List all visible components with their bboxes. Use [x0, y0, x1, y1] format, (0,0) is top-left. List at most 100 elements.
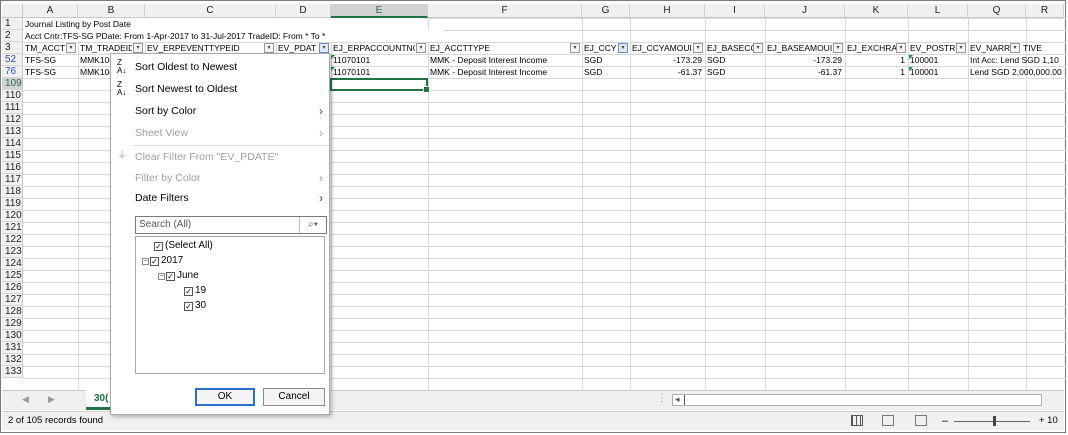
- row-header[interactable]: 112: [2, 114, 23, 126]
- cell-acct[interactable]: TFS-SG: [23, 54, 78, 66]
- row-header[interactable]: 116: [2, 162, 23, 174]
- filter-search-input[interactable]: Search (All) ⌕▾: [135, 216, 327, 234]
- filter-dropdown-button[interactable]: ▾: [753, 43, 763, 53]
- row-header[interactable]: 117: [2, 174, 23, 186]
- col-header-l[interactable]: L: [908, 4, 968, 18]
- report-title-cell[interactable]: Journal Listing by Post Date: [23, 18, 423, 30]
- sort-newest-to-oldest[interactable]: Z A↓ Sort Newest to Oldest: [111, 79, 329, 99]
- col-header-r[interactable]: R: [1026, 4, 1064, 18]
- cell-postref[interactable]: 100001: [908, 54, 968, 66]
- row-header-76[interactable]: 76: [2, 66, 23, 78]
- tab-scroll-right-icon[interactable]: ▶: [48, 394, 55, 405]
- filter-dropdown-button[interactable]: ▾: [956, 43, 966, 53]
- row-header[interactable]: 120: [2, 210, 23, 222]
- resize-grip-icon[interactable]: ⋰: [321, 405, 327, 412]
- col-header-q[interactable]: Q: [968, 4, 1026, 18]
- col-header-h[interactable]: H: [630, 4, 705, 18]
- select-all-checkbox[interactable]: ✓ (Select All): [154, 239, 213, 253]
- row-header[interactable]: 110: [2, 90, 23, 102]
- page-layout-view-icon[interactable]: [882, 415, 894, 426]
- cell-accttype[interactable]: MMK - Deposit Interest Income: [428, 66, 582, 78]
- date-filters[interactable]: Date Filters ›: [111, 188, 329, 208]
- row-header[interactable]: 114: [2, 138, 23, 150]
- cell-baseccy[interactable]: SGD: [705, 66, 765, 78]
- cell-ccy[interactable]: SGD: [582, 54, 630, 66]
- report-criteria-cell[interactable]: Acct Cntr:TFS-SG PDate: From 1-Apr-2017 …: [23, 30, 443, 42]
- col-header-i[interactable]: I: [705, 4, 765, 18]
- filter-dropdown-button[interactable]: ▾: [133, 43, 143, 53]
- collapse-icon[interactable]: −: [142, 258, 149, 265]
- row-header[interactable]: 125: [2, 270, 23, 282]
- row-header-2[interactable]: 2: [2, 30, 23, 42]
- row-header-3[interactable]: 3: [2, 42, 23, 54]
- row-header-1[interactable]: 1: [2, 18, 23, 30]
- row-header[interactable]: 121: [2, 222, 23, 234]
- filter-active-button[interactable]: ▾: [319, 43, 329, 53]
- tree-node-day[interactable]: ✓ 19: [184, 284, 206, 298]
- select-all-corner[interactable]: [2, 4, 23, 18]
- tree-node-year[interactable]: − ✓ 2017: [142, 254, 183, 268]
- filter-dropdown-button[interactable]: ▾: [896, 43, 906, 53]
- cell-narrative[interactable]: Int Acc: Lend SGD 1,10: [968, 54, 1064, 66]
- header-cell-ej-baseamount[interactable]: EJ_BASEAMOUI: [765, 42, 833, 54]
- header-cell-ev-narrative[interactable]: EV_NARR: [968, 42, 1010, 54]
- col-header-f[interactable]: F: [428, 4, 582, 18]
- header-cell-ej-ccy[interactable]: EJ_CCY: [582, 42, 618, 54]
- zoom-slider-thumb[interactable]: [993, 416, 996, 426]
- row-header[interactable]: 129: [2, 318, 23, 330]
- zoom-in-and-level[interactable]: + 10: [1039, 412, 1058, 430]
- filter-dropdown-button[interactable]: ▾: [833, 43, 843, 53]
- cell-tradeid[interactable]: MMK10(: [78, 54, 110, 66]
- row-header[interactable]: 123: [2, 246, 23, 258]
- scroll-thumb[interactable]: [684, 395, 685, 405]
- tab-scroll-left-icon[interactable]: ◀: [22, 394, 29, 405]
- col-header-d[interactable]: D: [276, 4, 331, 18]
- cancel-button[interactable]: Cancel: [263, 388, 325, 406]
- header-cell-tm-acct[interactable]: TM_ACCT: [23, 42, 67, 54]
- scroll-left-arrow-icon[interactable]: ◂: [675, 394, 680, 405]
- header-cell-ej-erpaccountno[interactable]: EJ_ERPACCOUNTNO: [331, 42, 415, 54]
- cell-baseamount[interactable]: -61.37: [765, 66, 845, 78]
- row-header[interactable]: 127: [2, 294, 23, 306]
- zoom-out-icon[interactable]: –: [942, 412, 948, 430]
- tree-node-day[interactable]: ✓ 30: [184, 299, 206, 313]
- col-header-k[interactable]: K: [845, 4, 908, 18]
- page-break-preview-icon[interactable]: [915, 415, 927, 426]
- col-header-c[interactable]: C: [145, 4, 276, 18]
- tree-node-month[interactable]: − ✓ June: [158, 269, 199, 283]
- filter-dropdown-button[interactable]: ▾: [264, 43, 274, 53]
- horizontal-scrollbar[interactable]: ◂: [672, 394, 1042, 406]
- row-header[interactable]: 133: [2, 366, 23, 378]
- header-cell-ej-ccyamount[interactable]: EJ_CCYAMOUI: [630, 42, 693, 54]
- row-header-52[interactable]: 52: [2, 54, 23, 66]
- cell-ccy[interactable]: SGD: [582, 66, 630, 78]
- active-cell-selection[interactable]: [330, 78, 430, 93]
- split-handle-icon[interactable]: ⋮: [657, 393, 667, 404]
- row-header[interactable]: 128: [2, 306, 23, 318]
- row-header[interactable]: 122: [2, 234, 23, 246]
- header-cell-ej-accttype[interactable]: EJ_ACCTTYPE: [428, 42, 568, 54]
- filter-dropdown-button[interactable]: ▾: [570, 43, 580, 53]
- cell-narrative[interactable]: Lend SGD 2,000,000.00: [968, 66, 1064, 78]
- cell-accttype[interactable]: MMK - Deposit Interest Income: [428, 54, 582, 66]
- ok-button[interactable]: OK: [195, 388, 255, 406]
- filter-active-button[interactable]: ▾: [618, 43, 628, 53]
- cell-erpaccountno[interactable]: 11070101: [331, 66, 428, 78]
- row-header[interactable]: 119: [2, 198, 23, 210]
- row-header[interactable]: 124: [2, 258, 23, 270]
- row-header[interactable]: 111: [2, 102, 23, 114]
- collapse-icon[interactable]: −: [158, 273, 165, 280]
- row-header[interactable]: 130: [2, 330, 23, 342]
- cell-postref[interactable]: 100001: [908, 66, 968, 78]
- cell-exchrate[interactable]: 1: [845, 66, 908, 78]
- sheet-tab-active[interactable]: 30(: [86, 390, 110, 410]
- filter-dropdown-button[interactable]: ▾: [693, 43, 703, 53]
- col-header-a[interactable]: A: [23, 4, 78, 18]
- zoom-slider[interactable]: [954, 421, 1030, 422]
- cell-ccyamount[interactable]: -61.37: [630, 66, 705, 78]
- row-header[interactable]: 132: [2, 354, 23, 366]
- filter-dropdown-button[interactable]: ▾: [1010, 43, 1020, 53]
- cell-baseamount[interactable]: -173.29: [765, 54, 845, 66]
- cell-acct[interactable]: TFS-SG: [23, 66, 78, 78]
- cell-tradeid[interactable]: MMK10(: [78, 66, 110, 78]
